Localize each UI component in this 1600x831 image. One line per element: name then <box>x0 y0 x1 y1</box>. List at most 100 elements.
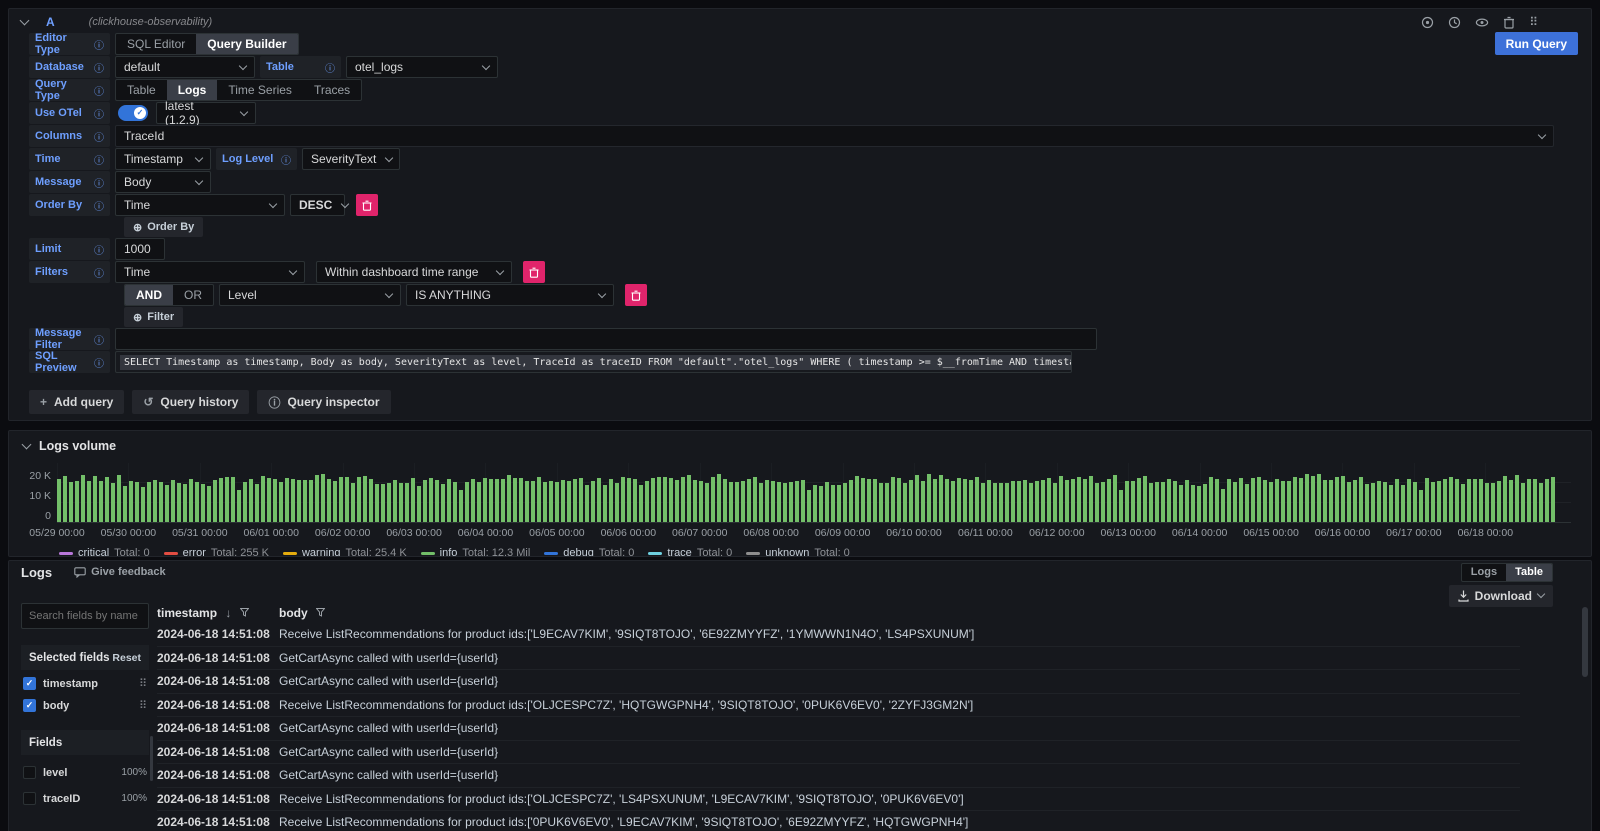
volume-bar[interactable] <box>543 482 547 523</box>
volume-bar[interactable] <box>765 480 769 523</box>
volume-bar[interactable] <box>1275 479 1279 523</box>
checkbox-unchecked[interactable] <box>23 792 36 805</box>
volume-bar[interactable] <box>585 485 589 523</box>
table-select[interactable]: otel_logs <box>346 56 498 78</box>
volume-bar[interactable] <box>135 482 139 523</box>
volume-bar[interactable] <box>1239 478 1243 523</box>
body-column-header[interactable]: body <box>279 606 325 620</box>
legend-item-unknown[interactable]: unknownTotal: 0 <box>746 547 850 557</box>
volume-bar[interactable] <box>531 481 535 523</box>
volume-bar[interactable] <box>1413 482 1417 523</box>
volume-bar[interactable] <box>519 478 523 523</box>
volume-bar[interactable] <box>969 480 973 523</box>
volume-bar[interactable] <box>1017 481 1021 523</box>
volume-bar[interactable] <box>1329 480 1333 523</box>
volume-bar[interactable] <box>309 480 313 523</box>
add-query-button[interactable]: +Add query <box>29 390 124 414</box>
volume-bar[interactable] <box>63 476 67 523</box>
volume-bar[interactable] <box>1515 475 1519 523</box>
legend-item-trace[interactable]: traceTotal: 0 <box>648 547 732 557</box>
sidebar-scrollbar[interactable] <box>150 736 153 781</box>
volume-bar[interactable] <box>339 477 343 523</box>
volume-bar[interactable] <box>405 483 409 523</box>
volume-bar[interactable] <box>1161 482 1165 523</box>
volume-bar[interactable] <box>939 475 943 523</box>
volume-bar[interactable] <box>267 478 271 523</box>
log-table-row[interactable]: 2024-06-18 14:51:08GetCartAsync called w… <box>157 741 1520 765</box>
volume-bar[interactable] <box>717 474 721 523</box>
duplicate-icon[interactable] <box>1421 16 1434 29</box>
volume-bar[interactable] <box>345 477 349 523</box>
volume-bar[interactable] <box>1185 480 1189 523</box>
volume-bar[interactable] <box>663 477 667 523</box>
filter2-field-select[interactable]: Level <box>219 284 401 306</box>
volume-bar[interactable] <box>1005 483 1009 523</box>
volume-bar[interactable] <box>459 490 463 523</box>
volume-bar[interactable] <box>1215 479 1219 523</box>
query-type-option-logs[interactable]: Logs <box>167 80 218 100</box>
volume-bar[interactable] <box>333 481 337 523</box>
history-clock-icon[interactable] <box>1448 16 1461 29</box>
view-option-logs[interactable]: Logs <box>1462 564 1506 581</box>
logs-volume-header[interactable]: Logs volume <box>9 431 1591 453</box>
volume-bar[interactable] <box>621 477 625 523</box>
filter2-operator-select[interactable]: IS ANYTHING <box>406 284 614 306</box>
filter-bool-option-or[interactable]: OR <box>173 285 213 305</box>
volume-bar[interactable] <box>1131 481 1135 523</box>
volume-bar[interactable] <box>609 479 613 523</box>
volume-bar[interactable] <box>675 480 679 524</box>
volume-bar[interactable] <box>1317 474 1321 523</box>
volume-bar[interactable] <box>369 479 373 523</box>
volume-bar[interactable] <box>849 480 853 523</box>
volume-bar[interactable] <box>1233 482 1237 523</box>
volume-bar[interactable] <box>1497 481 1501 523</box>
query-row-header[interactable]: A (clickhouse-observability) ⠿ <box>9 9 1591 35</box>
volume-bar[interactable] <box>1425 478 1429 523</box>
info-icon[interactable]: ⓘ <box>325 60 335 75</box>
volume-bar[interactable] <box>843 483 847 523</box>
volume-bar[interactable] <box>153 480 157 523</box>
volume-bar[interactable] <box>1251 478 1255 523</box>
volume-bar[interactable] <box>801 480 805 523</box>
info-icon[interactable]: ⓘ <box>281 152 291 167</box>
volume-bar[interactable] <box>711 477 715 523</box>
info-icon[interactable]: ⓘ <box>94 106 104 121</box>
volume-bar[interactable] <box>897 478 901 523</box>
volume-bar[interactable] <box>687 475 691 524</box>
volume-bar[interactable] <box>1035 481 1039 523</box>
volume-bar[interactable] <box>1347 482 1351 523</box>
volume-bar[interactable] <box>1323 480 1327 523</box>
volume-bar[interactable] <box>1197 486 1201 523</box>
log-table-row[interactable]: 2024-06-18 14:51:08GetCartAsync called w… <box>157 717 1520 741</box>
volume-bar[interactable] <box>1065 480 1069 523</box>
filter1-field-select[interactable]: Time <box>115 261 305 283</box>
volume-bar[interactable] <box>69 482 73 523</box>
info-icon[interactable]: ⓘ <box>94 175 104 190</box>
volume-bar[interactable] <box>981 483 985 523</box>
volume-bar[interactable] <box>681 477 685 523</box>
volume-bar[interactable] <box>1353 480 1357 523</box>
volume-bar[interactable] <box>1491 483 1495 523</box>
volume-bar[interactable] <box>105 477 109 524</box>
checkbox-checked[interactable]: ✓ <box>23 699 36 712</box>
filter-bool-option-and[interactable]: AND <box>125 285 173 305</box>
message-filter-input[interactable] <box>115 328 1097 350</box>
volume-bar[interactable] <box>441 484 445 523</box>
volume-bar[interactable] <box>573 479 577 523</box>
volume-bar[interactable] <box>225 477 229 523</box>
volume-bar[interactable] <box>1077 477 1081 523</box>
volume-bar[interactable] <box>93 476 97 523</box>
volume-bar[interactable] <box>207 486 211 523</box>
limit-input[interactable]: 1000 <box>115 238 165 260</box>
volume-bar[interactable] <box>837 485 841 523</box>
info-icon[interactable]: ⓘ <box>94 83 104 98</box>
volume-bar[interactable] <box>1407 479 1411 523</box>
collapse-chevron-icon[interactable] <box>20 15 30 25</box>
search-fields-input[interactable] <box>21 603 149 629</box>
volume-bar[interactable] <box>879 483 883 523</box>
volume-bar[interactable] <box>297 480 301 523</box>
reset-button[interactable]: Reset <box>112 652 141 664</box>
volume-bar[interactable] <box>561 480 565 523</box>
volume-bar[interactable] <box>447 479 451 523</box>
volume-bar[interactable] <box>1389 485 1393 523</box>
